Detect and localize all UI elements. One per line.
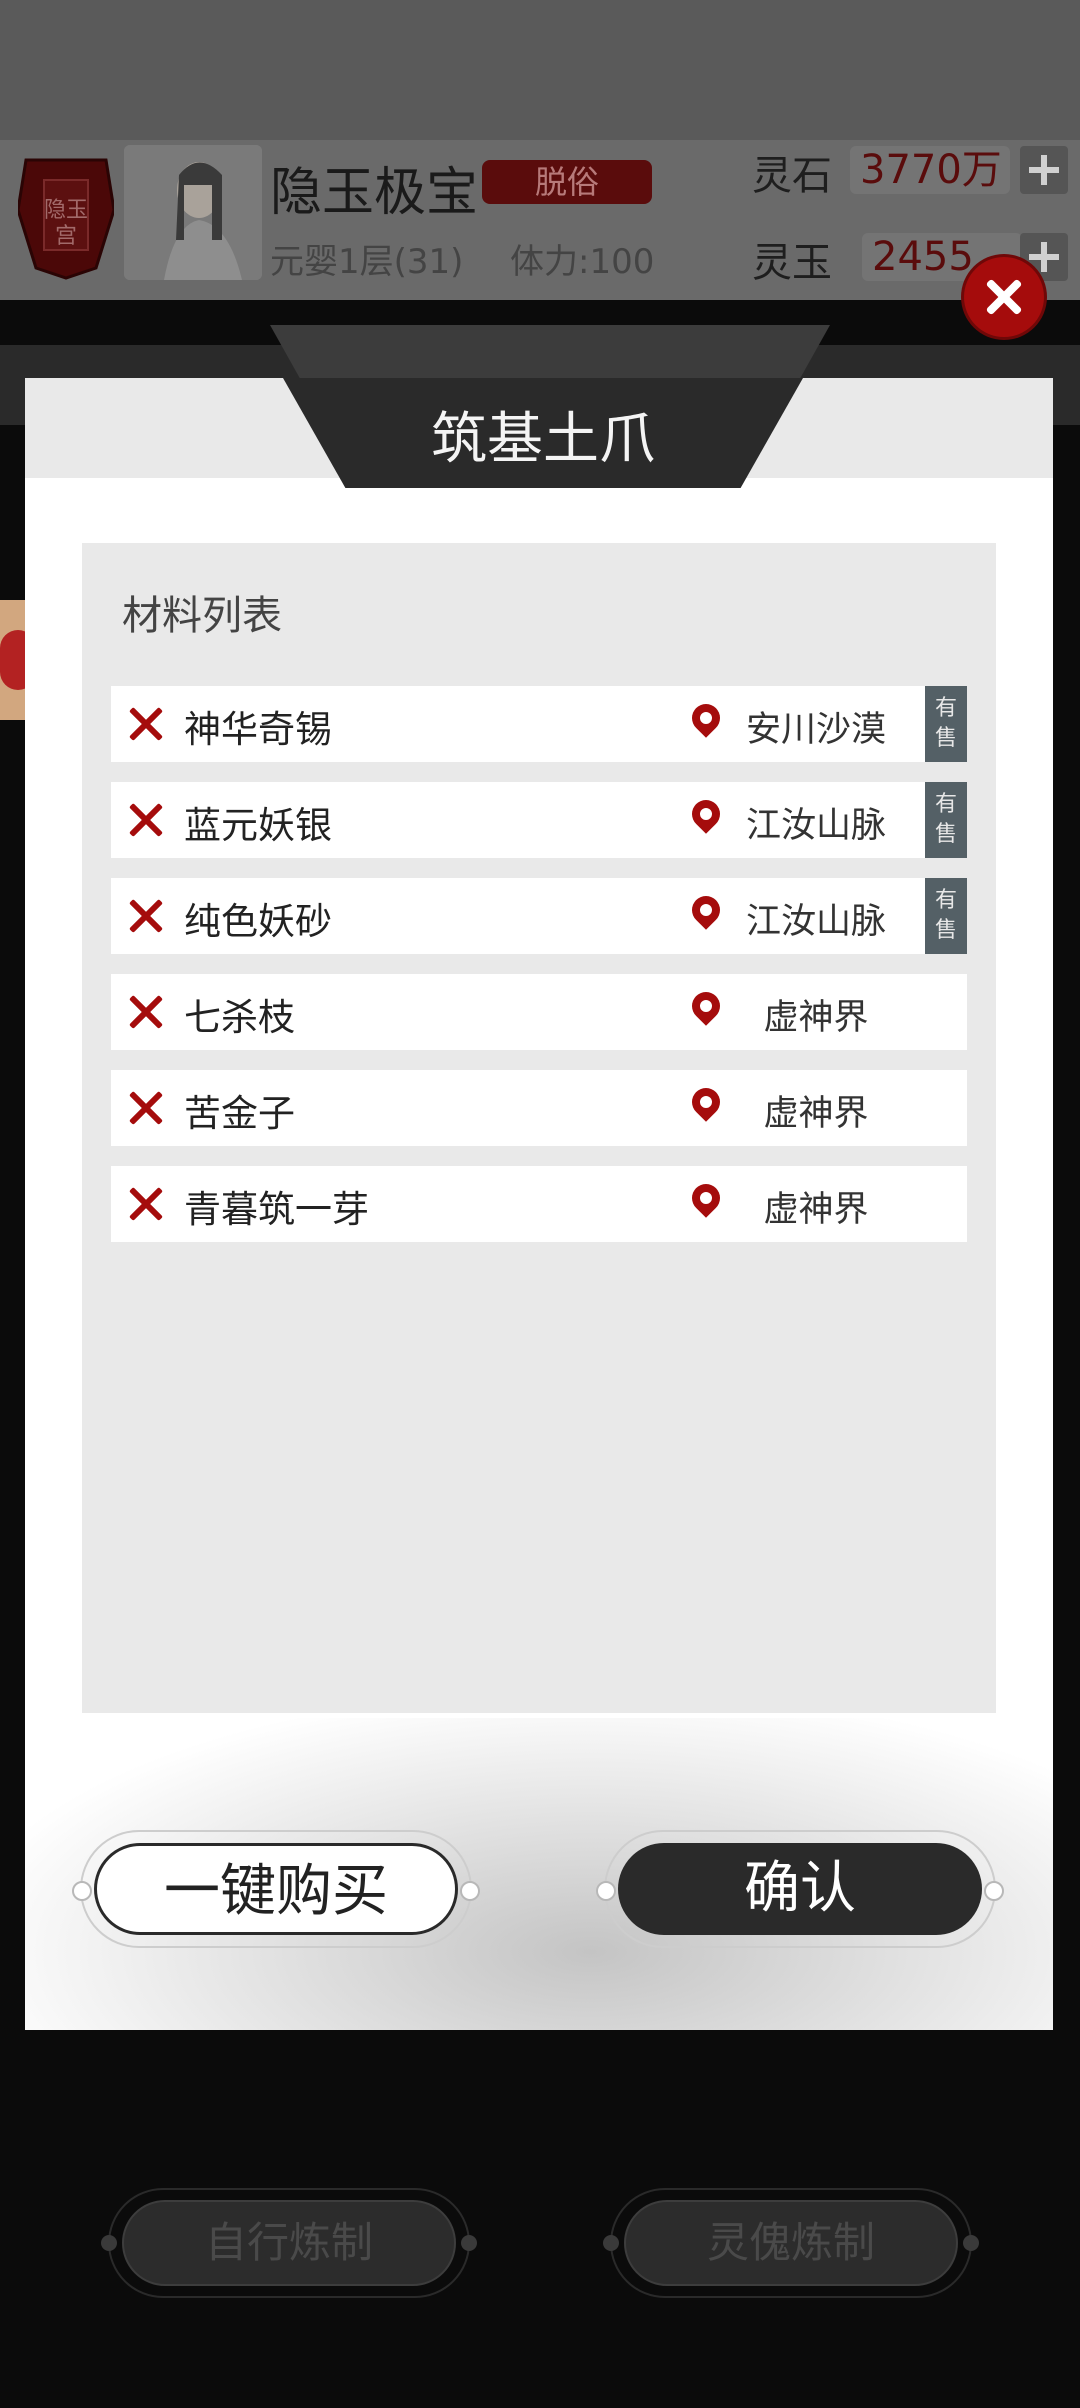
spirit-stone-value: 3770万 <box>850 146 1010 194</box>
recipe-modal: 筑基土爪 材料列表 神华奇锡 安川沙漠 有售 蓝元妖银 江汝山脉 有售 纯色妖砂… <box>25 378 1053 2030</box>
missing-x-icon <box>125 896 165 936</box>
material-row[interactable]: 神华奇锡 安川沙漠 有售 <box>111 686 967 762</box>
missing-x-icon <box>125 704 165 744</box>
location-pin-icon <box>686 890 726 930</box>
material-name: 蓝元妖银 <box>184 804 332 847</box>
avatar[interactable] <box>124 145 262 280</box>
buy-all-button-frame: 一键购买 <box>72 1830 480 1948</box>
missing-x-icon <box>125 800 165 840</box>
self-craft-button-frame: 自行炼制 <box>101 2188 477 2298</box>
material-row[interactable]: 青暮筑一芽 虚神界 <box>111 1166 967 1242</box>
missing-x-icon <box>125 1184 165 1224</box>
material-location[interactable]: 江汝山脉 <box>731 893 901 944</box>
location-pin-icon <box>686 1082 726 1122</box>
material-location[interactable]: 虚神界 <box>731 1181 901 1232</box>
puppet-craft-button-frame: 灵傀炼制 <box>603 2188 979 2298</box>
material-name: 纯色妖砂 <box>184 900 332 943</box>
modal-title: 筑基土爪 <box>431 407 655 472</box>
background-page-banner <box>270 325 830 385</box>
stamina: 体力:100 <box>510 242 655 282</box>
for-sale-badge[interactable]: 有售 <box>925 686 967 762</box>
missing-x-icon <box>125 1088 165 1128</box>
spirit-stone-label: 灵石 <box>752 153 832 199</box>
self-craft-button[interactable]: 自行炼制 <box>122 2200 456 2286</box>
material-row[interactable]: 七杀枝 虚神界 <box>111 974 967 1050</box>
for-sale-badge[interactable]: 有售 <box>925 782 967 858</box>
material-name: 苦金子 <box>184 1092 295 1135</box>
add-spirit-stone-button[interactable] <box>1020 146 1068 194</box>
player-name: 隐玉极宝 <box>270 163 479 223</box>
location-pin-icon <box>686 794 726 834</box>
title-tag: 脱俗 <box>482 160 652 204</box>
material-location[interactable]: 虚神界 <box>731 989 901 1040</box>
location-pin-icon <box>686 698 726 738</box>
spirit-jade-label: 灵玉 <box>752 240 832 286</box>
location-pin-icon <box>686 986 726 1026</box>
buy-all-button[interactable]: 一键购买 <box>94 1843 458 1935</box>
missing-x-icon <box>125 992 165 1032</box>
cultivation-realm: 元婴1层(31) <box>270 242 464 282</box>
confirm-button-frame: 确认 <box>596 1830 1004 1948</box>
confirm-button[interactable]: 确认 <box>618 1843 982 1935</box>
material-name: 神华奇锡 <box>184 708 332 751</box>
material-row[interactable]: 蓝元妖银 江汝山脉 有售 <box>111 782 967 858</box>
material-name: 七杀枝 <box>184 996 295 1039</box>
close-icon[interactable] <box>964 257 1044 337</box>
material-location[interactable]: 虚神界 <box>731 1085 901 1136</box>
materials-heading: 材料列表 <box>122 593 282 639</box>
material-location[interactable]: 安川沙漠 <box>731 701 901 752</box>
avatar-portrait-icon <box>124 145 262 280</box>
material-row[interactable]: 纯色妖砂 江汝山脉 有售 <box>111 878 967 954</box>
materials-panel: 材料列表 神华奇锡 安川沙漠 有售 蓝元妖银 江汝山脉 有售 纯色妖砂 江汝山脉… <box>82 543 996 1713</box>
for-sale-badge[interactable]: 有售 <box>925 878 967 954</box>
material-location[interactable]: 江汝山脉 <box>731 797 901 848</box>
sect-badge-text: 隐玉宫 <box>44 198 89 249</box>
location-pin-icon <box>686 1178 726 1218</box>
modal-title-banner: 筑基土爪 <box>283 378 803 488</box>
material-name: 青暮筑一芽 <box>184 1188 369 1231</box>
puppet-craft-button[interactable]: 灵傀炼制 <box>624 2200 958 2286</box>
material-row[interactable]: 苦金子 虚神界 <box>111 1070 967 1146</box>
